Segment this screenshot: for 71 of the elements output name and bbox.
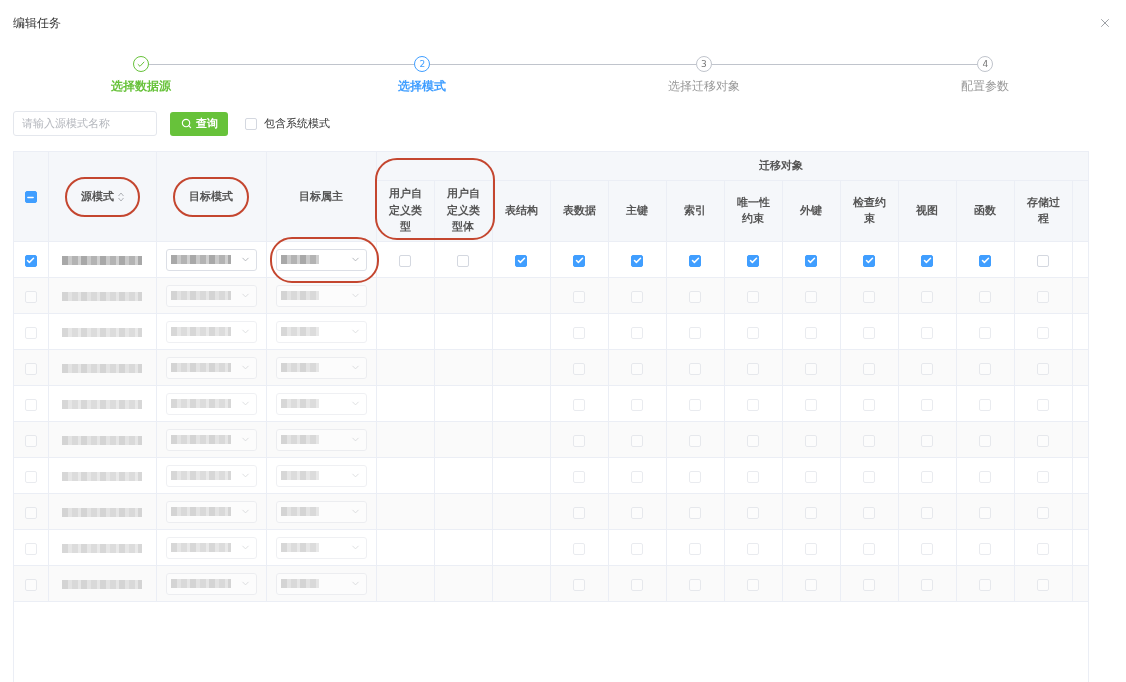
dialog-title: 编辑任务 [13,15,61,32]
column-title: 存储过程 [1025,194,1061,227]
column-title: 索引 [683,202,707,219]
checkbox[interactable] [805,254,817,267]
select-field[interactable] [275,536,367,559]
column-title: 外键 [799,202,823,219]
column-title: 视图 [915,202,939,219]
select-field[interactable] [165,356,257,379]
select-field[interactable] [165,392,257,415]
checkbox[interactable] [921,254,933,267]
select-field[interactable] [275,500,367,523]
select-field[interactable] [275,428,367,451]
step-number: 2 [414,56,431,72]
query-button[interactable]: 查询 [170,111,228,136]
select-field[interactable] [165,248,257,271]
checkbox-label: 包含系统模式 [264,116,330,131]
select-field[interactable] [165,464,257,487]
checkbox[interactable] [689,254,701,267]
select-field[interactable] [165,572,257,595]
checkbox[interactable] [631,254,643,267]
column-title: 目标属主 [299,188,343,205]
column-title: 目标模式 [189,188,233,205]
search-icon [180,118,192,129]
check-icon [690,256,700,265]
check-icon [26,256,36,265]
select-field[interactable] [275,464,367,487]
sort-icon[interactable] [117,191,124,202]
step-number: 3 [695,56,712,72]
checkbox[interactable] [863,254,875,267]
step-label: 选择迁移对象 [667,78,740,95]
checkbox[interactable] [979,254,991,267]
check-icon [632,256,642,265]
check-icon [748,256,758,265]
close-icon[interactable] [1098,16,1112,30]
select-field[interactable] [275,284,367,307]
check-icon [806,256,816,265]
select-field[interactable] [275,392,367,415]
step-label: 选择模式 [398,78,447,95]
select-field[interactable] [165,320,257,343]
checkbox[interactable] [24,191,37,203]
select-field[interactable] [165,284,257,307]
select-field[interactable] [275,248,367,271]
column-title: 表数据 [561,202,597,219]
step-label: 配置参数 [961,78,1010,95]
check-icon [864,256,874,265]
select-field[interactable] [275,356,367,379]
select-field[interactable] [165,500,257,523]
check-icon [922,256,932,265]
column-title: 表结构 [503,202,539,219]
column-title: 唯一性约束 [735,194,771,227]
step-label: 选择数据源 [110,78,171,95]
checkbox[interactable] [747,254,759,267]
column-title: 主键 [625,202,649,219]
select-field[interactable] [165,428,257,451]
search-field[interactable]: 请输入源模式名称 [13,111,157,136]
select-field[interactable] [275,572,367,595]
checkbox[interactable] [24,254,37,267]
checkbox[interactable] [573,254,585,267]
select-field[interactable] [275,320,367,343]
column-group-title: 迁移对象 [759,159,804,172]
select-field[interactable] [165,536,257,559]
check-icon [980,256,990,265]
column-title: 检查约束 [851,194,887,227]
step-number: 4 [977,56,994,72]
column-title: 源模式 [80,188,114,205]
column-title: 函数 [973,202,997,219]
checkbox[interactable] [515,254,527,267]
check-icon [516,256,526,265]
check-icon [574,256,584,265]
column-title: 用户自定义类型体 [445,186,481,236]
column-title: 用户自定义类型 [387,186,423,236]
